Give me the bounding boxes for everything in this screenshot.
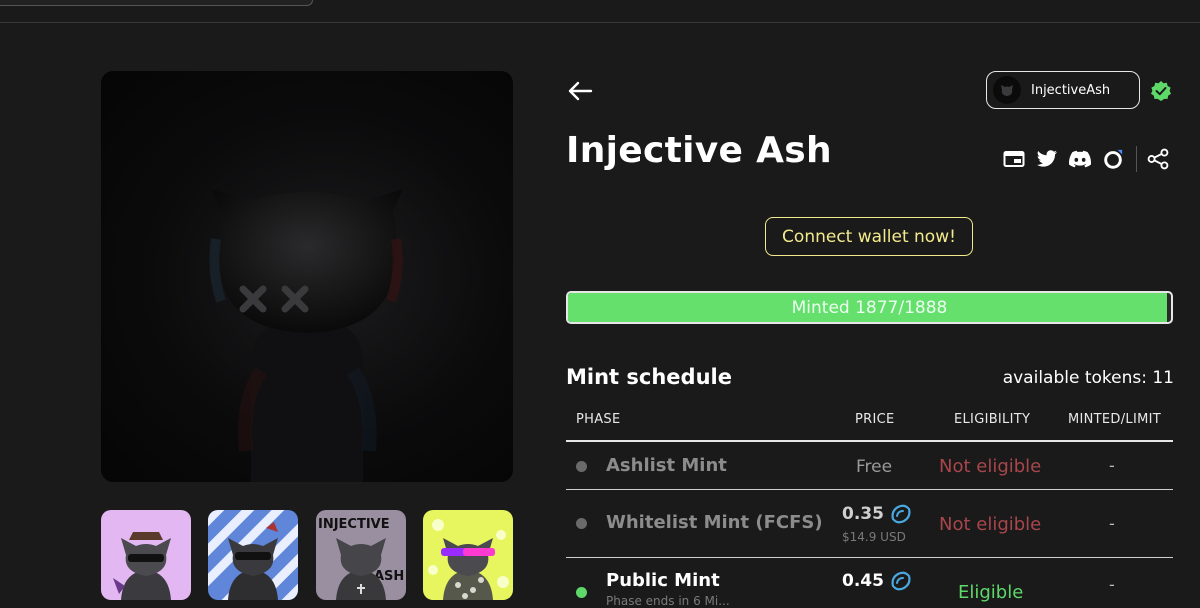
phase-status-dot	[576, 587, 587, 598]
discord-icon	[1069, 150, 1091, 168]
back-button[interactable]	[567, 80, 593, 102]
mint-schedule-title: Mint schedule	[566, 365, 732, 389]
available-tokens: available tokens: 11	[1002, 368, 1174, 388]
share-button[interactable]	[1147, 148, 1169, 170]
phase-name: Public Mint	[606, 570, 720, 591]
row-divider	[566, 557, 1173, 558]
phase-name: Whitelist Mint (FCFS)	[606, 512, 823, 533]
connect-wallet-button[interactable]: Connect wallet now!	[765, 217, 973, 256]
thumbnail-2[interactable]	[208, 510, 298, 600]
marketplace-link[interactable]	[1102, 148, 1124, 170]
header-phase: PHASE	[576, 412, 621, 427]
phase-name: Ashlist Mint	[606, 455, 727, 476]
phase-status-dot	[576, 518, 587, 529]
header-minted-limit: MINTED/LIMIT	[1068, 412, 1161, 427]
twitter-link[interactable]	[1036, 148, 1058, 170]
phase-minted-limit: -	[1109, 456, 1115, 475]
thumbnail-1[interactable]	[101, 510, 191, 600]
creator-name: InjectiveAsh	[1031, 82, 1111, 98]
phase-minted-limit: -	[1109, 514, 1115, 533]
phase-countdown: Phase ends in 6 Mi...	[606, 594, 730, 608]
table-header-divider	[566, 440, 1173, 442]
phase-price: 0.45	[842, 570, 913, 592]
marketplace-icon	[1104, 149, 1123, 169]
phase-eligibility: Eligible	[958, 582, 1024, 603]
injective-token-icon	[891, 504, 911, 524]
phase-eligibility: Not eligible	[939, 514, 1042, 535]
verified-badge-icon	[1150, 80, 1172, 102]
arrow-left-icon	[568, 81, 593, 101]
website-link[interactable]	[1003, 148, 1025, 170]
social-links	[1003, 146, 1180, 172]
phase-eligibility: Not eligible	[939, 456, 1042, 477]
phase-price: 0.35	[842, 503, 913, 525]
collection-hero-image	[101, 71, 513, 482]
header-divider	[0, 22, 1200, 23]
website-icon	[1003, 151, 1025, 167]
creator-profile-button[interactable]: InjectiveAsh	[986, 71, 1140, 109]
row-divider	[566, 489, 1173, 490]
phase-status-dot	[576, 461, 587, 472]
twitter-icon	[1036, 150, 1058, 167]
social-divider	[1136, 146, 1137, 172]
phase-price: Free	[856, 457, 893, 477]
svg-text:INJECTIVE: INJECTIVE	[318, 517, 390, 532]
phase-price-value: 0.45	[842, 571, 884, 591]
header-price: PRICE	[855, 412, 895, 427]
share-icon	[1147, 148, 1169, 170]
phase-price-value: 0.35	[842, 504, 884, 524]
header-eligibility: ELIGIBILITY	[954, 412, 1031, 427]
search-bar-edge	[0, 0, 313, 6]
thumbnail-3[interactable]: INJECTIVE ASH	[316, 510, 406, 600]
phase-minted-limit: -	[1109, 575, 1115, 594]
mint-progress-bar: Minted 1877/1888	[566, 291, 1173, 324]
injective-token-icon	[891, 571, 911, 591]
mint-progress-label: Minted 1877/1888	[791, 297, 948, 318]
creator-avatar	[993, 76, 1021, 104]
thumbnail-4[interactable]	[423, 510, 513, 600]
discord-link[interactable]	[1069, 148, 1091, 170]
collection-title: Injective Ash	[566, 130, 832, 171]
phase-price-usd: $14.9 USD	[842, 530, 906, 544]
